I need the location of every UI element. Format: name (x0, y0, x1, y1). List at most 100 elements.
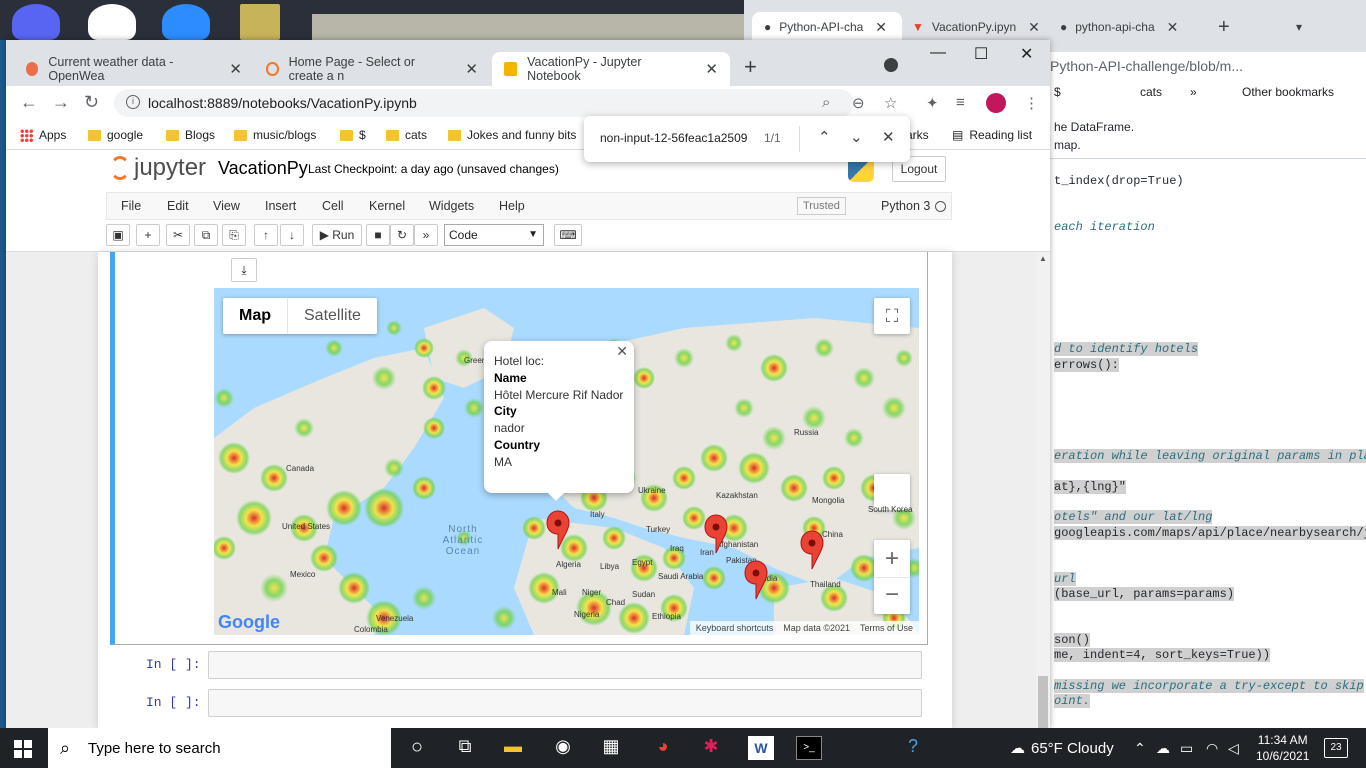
move-down-icon[interactable]: ↓ (280, 224, 304, 246)
bookmark-item[interactable]: cats (1140, 85, 1162, 99)
save-icon[interactable]: ▣ (106, 224, 130, 246)
close-icon[interactable]: ✕ (465, 60, 478, 78)
volume-icon[interactable]: ◁ (1228, 740, 1239, 757)
chrome-icon[interactable]: ◕ (650, 736, 676, 760)
forward-button[interactable]: → (52, 92, 70, 113)
onedrive-icon[interactable]: ☁ (1156, 740, 1170, 757)
github-tab-1[interactable]: ● Python-API-cha ✕ (752, 12, 902, 42)
clock[interactable]: 11:34 AM 10/6/2021 (1256, 732, 1309, 764)
terminal-icon[interactable]: >_ (796, 736, 822, 760)
menu-edit[interactable]: Edit (167, 199, 189, 213)
cortana-icon[interactable]: ○ (404, 736, 430, 760)
terms-link[interactable]: Terms of Use (860, 623, 913, 633)
bookmark-item[interactable]: » (1190, 85, 1197, 99)
download-icon[interactable]: ⤓ (231, 258, 257, 282)
tab-search-icon[interactable]: ▾ (1284, 12, 1314, 42)
empty-code-cell[interactable]: In [ ]: (98, 651, 922, 679)
close-window-button[interactable]: ✕ (1020, 44, 1033, 64)
bookmark-dollar[interactable]: $ (340, 128, 366, 142)
keyboard-shortcuts-link[interactable]: Keyboard shortcuts (696, 623, 774, 633)
map-type-satellite[interactable]: Satellite (288, 298, 377, 334)
scrollbar-thumb[interactable] (1038, 676, 1048, 728)
tab-search-icon[interactable] (884, 58, 898, 72)
discord-icon[interactable] (12, 4, 60, 40)
menu-file[interactable]: File (121, 199, 141, 213)
wifi-icon[interactable]: ◠ (1206, 740, 1218, 757)
close-icon[interactable]: ✕ (882, 128, 895, 146)
empty-code-cell[interactable]: In [ ]: (98, 689, 922, 717)
tab-jupyter-home[interactable]: Home Page - Select or create a n ✕ (254, 52, 490, 86)
tab-vacationpy[interactable]: VacationPy - Jupyter Notebook ✕ (492, 52, 730, 86)
new-tab-button[interactable]: + (1206, 12, 1242, 42)
code-input[interactable] (208, 651, 922, 679)
notification-icon[interactable]: 23 (1324, 738, 1348, 758)
start-button[interactable] (14, 740, 32, 758)
keyboard-icon[interactable]: ⌨ (554, 224, 582, 246)
move-up-icon[interactable]: ↑ (254, 224, 278, 246)
zoom-icon[interactable] (162, 4, 210, 40)
zoom-out-icon[interactable]: − (874, 577, 910, 614)
reading-list[interactable]: ▤ Reading list (952, 128, 1032, 142)
google-logo[interactable]: Google (218, 612, 280, 633)
zoom-in-icon[interactable]: + (874, 540, 910, 577)
fast-forward-icon[interactable]: » (414, 224, 438, 246)
find-previous-icon[interactable]: ⌃ (818, 128, 831, 146)
menu-widgets[interactable]: Widgets (429, 199, 474, 213)
bookmark-star-icon[interactable]: ☆ (884, 94, 897, 112)
close-icon[interactable]: ✕ (1028, 19, 1040, 36)
cut-icon[interactable]: ✂ (166, 224, 190, 246)
zoom-icon[interactable]: ⊖ (852, 94, 865, 112)
scrollbar[interactable]: ▲ (1036, 252, 1050, 729)
menu-kernel[interactable]: Kernel (369, 199, 405, 213)
scroll-up-icon[interactable]: ▲ (1039, 254, 1047, 263)
close-icon[interactable]: ✕ (616, 343, 628, 360)
bookmark-item[interactable]: Other bookmarks (1242, 85, 1334, 99)
slack-icon[interactable] (88, 4, 136, 40)
map-type-map[interactable]: Map (223, 298, 288, 334)
notebook-name[interactable]: VacationPy (218, 158, 308, 179)
cell-type-select[interactable]: Code ▼ (444, 224, 544, 246)
battery-icon[interactable]: ▭ (1180, 740, 1193, 757)
close-icon[interactable]: ✕ (229, 60, 242, 78)
menu-cell[interactable]: Cell (322, 199, 344, 213)
file-icon[interactable] (240, 4, 280, 40)
run-button[interactable]: ▶ Run (312, 224, 362, 246)
tab-openweather[interactable]: Current weather data - OpenWea ✕ (14, 52, 254, 86)
menu-insert[interactable]: Insert (265, 199, 296, 213)
restart-icon[interactable]: ↻ (390, 224, 414, 246)
fullscreen-icon[interactable]: ⛶ (874, 298, 910, 334)
file-explorer-icon[interactable]: ▬ (500, 736, 526, 760)
bookmark-jokes[interactable]: Jokes and funny bits (448, 128, 576, 142)
slack-icon[interactable]: ✱ (698, 736, 724, 760)
heatmap-map[interactable]: Map Satellite ⛶ + − Greenland Russia Can… (214, 288, 919, 635)
code-input[interactable] (208, 689, 922, 717)
jupyter-logo[interactable]: jupyter (110, 154, 206, 182)
find-input[interactable]: non-input-12-56feac1a2509 (600, 131, 747, 145)
minimize-button[interactable]: — (930, 44, 946, 62)
chevron-up-icon[interactable]: ⌃ (1134, 740, 1146, 757)
obs-icon[interactable]: ◉ (550, 736, 576, 760)
github-tab-2[interactable]: ▼ VacationPy.ipyn ✕ (900, 12, 1048, 42)
insert-cell-icon[interactable]: + (136, 224, 160, 246)
page-search-icon[interactable]: ⌕ (822, 94, 830, 111)
extensions-icon[interactable]: ✦ (926, 94, 939, 112)
kernel-name[interactable]: Python 3 (881, 199, 930, 213)
help-icon[interactable]: ? (900, 736, 926, 760)
close-icon[interactable]: ✕ (875, 19, 887, 36)
bookmark-apps[interactable]: Apps (20, 128, 66, 142)
bookmark-blogs[interactable]: Blogs (166, 128, 215, 142)
menu-icon[interactable]: ⋮ (1024, 94, 1039, 112)
avatar[interactable] (986, 93, 1006, 113)
store-icon[interactable]: ▦ (598, 736, 624, 760)
reload-button[interactable]: ↻ (84, 92, 99, 113)
bookmark-google[interactable]: google (88, 128, 143, 142)
github-tab-3[interactable]: ● python-api-cha ✕ (1048, 12, 1198, 42)
media-icon[interactable]: ≡ (956, 94, 965, 111)
menu-help[interactable]: Help (499, 199, 525, 213)
taskbar-search[interactable]: ⌕ Type here to search (48, 728, 391, 768)
new-tab-button[interactable]: + (744, 54, 757, 80)
menu-view[interactable]: View (213, 199, 240, 213)
address-bar[interactable]: i localhost:8889/notebooks/VacationPy.ip… (114, 89, 854, 117)
task-view-icon[interactable]: ⧉ (452, 736, 478, 760)
info-icon[interactable]: i (126, 95, 140, 109)
